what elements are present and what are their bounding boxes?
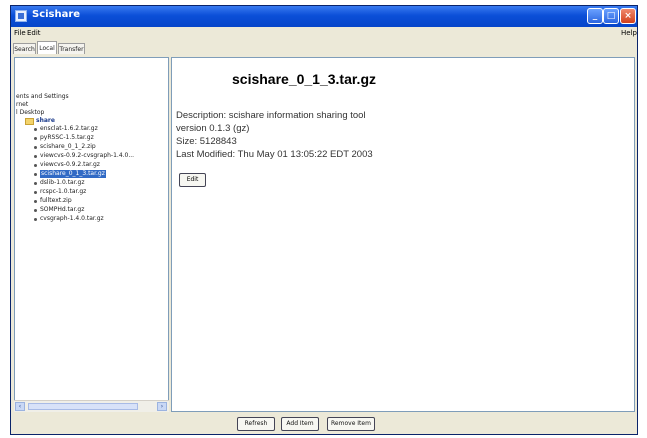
refresh-button[interactable]: Refresh [237, 417, 275, 431]
file-bullet-icon [34, 146, 37, 149]
tab-search[interactable]: Search [13, 43, 36, 54]
add-item-button[interactable]: Add Item [281, 417, 319, 431]
tree-item-settings[interactable]: ents and Settings [16, 93, 69, 101]
app-icon [15, 10, 27, 22]
remove-item-button[interactable]: Remove Item [327, 417, 375, 431]
file-bullet-icon [34, 173, 37, 176]
file-description: Description: scishare information sharin… [176, 110, 366, 121]
maximize-icon[interactable]: □ [603, 8, 619, 24]
tree-file[interactable]: fulltext.zip [40, 197, 72, 205]
tab-transfer[interactable]: Transfer [58, 43, 85, 54]
file-size: Size: 5128843 [176, 136, 237, 147]
edit-button[interactable]: Edit [179, 173, 206, 187]
file-bullet-icon [34, 218, 37, 221]
file-bullet-icon [34, 128, 37, 131]
tree-folder-share[interactable]: share [36, 117, 55, 125]
tab-strip: Search Local Transfer [11, 39, 637, 57]
app-window: Scishare _ □ × File Edit Help Search Loc… [10, 5, 638, 435]
window-title: Scishare [32, 9, 81, 20]
scroll-thumb[interactable] [28, 403, 138, 410]
tree-item-desktop[interactable]: l Desktop [16, 109, 44, 117]
tree-file[interactable]: pyRSSC-1.5.tar.gz [40, 134, 94, 142]
tree-item-rnet[interactable]: rnet [16, 101, 28, 109]
file-bullet-icon [34, 200, 37, 203]
file-version: version 0.1.3 (gz) [176, 123, 250, 134]
tab-local[interactable]: Local [37, 41, 57, 54]
file-title: scishare_0_1_3.tar.gz [232, 71, 376, 87]
details-pane: scishare_0_1_3.tar.gz Description: scish… [171, 57, 635, 412]
file-bullet-icon [34, 209, 37, 212]
tree-file[interactable]: SOMPHd.tar.gz [40, 206, 84, 214]
menu-edit[interactable]: Edit [27, 29, 41, 37]
title-bar[interactable]: Scishare _ □ × [11, 6, 637, 27]
scroll-left-icon[interactable]: ‹ [15, 402, 25, 411]
close-icon[interactable]: × [620, 8, 636, 24]
file-bullet-icon [34, 137, 37, 140]
menu-bar: File Edit Help [11, 27, 637, 39]
tree-file[interactable]: scishare_0_1_2.zip [40, 143, 96, 151]
folder-icon [25, 118, 34, 125]
horizontal-scrollbar[interactable]: ‹ › [14, 400, 169, 412]
menu-help[interactable]: Help [621, 29, 637, 37]
tree-file[interactable]: viewcvs-0.9.2-cvsgraph-1.4.0... [40, 152, 134, 160]
file-bullet-icon [34, 155, 37, 158]
tree-file[interactable]: rcspc-1.0.tar.gz [40, 188, 86, 196]
minimize-icon[interactable]: _ [587, 8, 603, 24]
tree-file[interactable]: dslib-1.0.tar.gz [40, 179, 85, 187]
file-bullet-icon [34, 182, 37, 185]
action-bar: Refresh Add Item Remove Item [11, 412, 637, 436]
tree-file[interactable]: viewcvs-0.9.2.tar.gz [40, 161, 100, 169]
file-bullet-icon [34, 191, 37, 194]
tree-file-selected[interactable]: scishare_0_1_3.tar.gz [40, 170, 106, 178]
file-bullet-icon [34, 164, 37, 167]
file-modified: Last Modified: Thu May 01 13:05:22 EDT 2… [176, 149, 373, 160]
tree-file[interactable]: ensclat-1.6.2.tar.gz [40, 125, 98, 133]
file-tree[interactable]: ents and Settings rnet l Desktop share e… [14, 57, 169, 412]
scroll-right-icon[interactable]: › [157, 402, 167, 411]
menu-file[interactable]: File [14, 29, 26, 37]
tree-file[interactable]: cvsgraph-1.4.0.tar.gz [40, 215, 104, 223]
